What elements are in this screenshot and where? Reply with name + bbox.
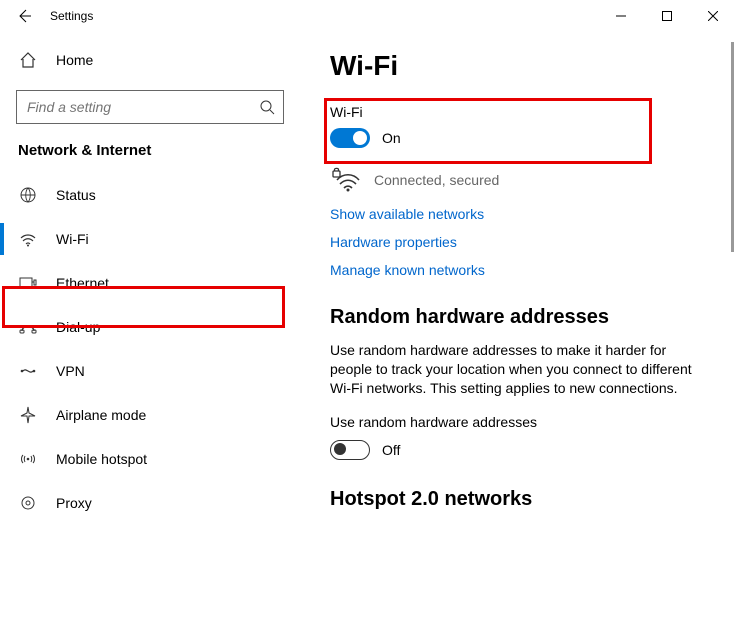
wifi-toggle-state: On [382,130,401,146]
window-controls [598,0,736,32]
home-label: Home [56,52,93,68]
search-input[interactable] [25,98,259,116]
sidebar: Home Network & Internet Status [0,32,300,631]
random-desc: Use random hardware addresses to make it… [330,341,706,398]
sidebar-item-label: VPN [56,363,85,379]
sidebar-item-label: Mobile hotspot [56,451,147,467]
settings-window: Settings Home [0,0,736,631]
hotspot-icon [18,449,38,469]
search-box[interactable] [16,90,284,124]
link-manage-known[interactable]: Manage known networks [330,262,706,278]
sidebar-item-label: Wi-Fi [56,231,89,247]
vpn-icon [18,361,38,381]
sidebar-item-label: Airplane mode [56,407,146,423]
dialup-icon [18,317,38,337]
back-button[interactable] [8,0,40,32]
wifi-icon [18,229,38,249]
sidebar-item-ethernet[interactable]: Ethernet [0,261,300,305]
sidebar-item-proxy[interactable]: Proxy [0,481,300,525]
close-button[interactable] [690,0,736,32]
sidebar-item-status[interactable]: Status [0,173,300,217]
search-icon [259,99,275,115]
status-icon [18,185,38,205]
home-icon [18,50,38,70]
random-toggle-state: Off [382,442,400,458]
sidebar-item-wifi[interactable]: Wi-Fi [0,217,300,261]
titlebar: Settings [0,0,736,32]
sidebar-section-heading: Network & Internet [0,142,300,173]
ethernet-icon [18,273,38,293]
sidebar-item-label: Status [56,187,96,203]
maximize-button[interactable] [644,0,690,32]
wifi-status: Connected, secured [330,166,706,194]
wifi-toggle[interactable] [330,128,370,148]
link-hardware-props[interactable]: Hardware properties [330,234,706,250]
hotspot-heading: Hotspot 2.0 networks [330,488,706,511]
proxy-icon [18,493,38,513]
wifi-secured-icon [330,166,362,194]
scrollbar[interactable] [731,42,734,252]
sidebar-item-label: Proxy [56,495,92,511]
sidebar-item-vpn[interactable]: VPN [0,349,300,393]
sidebar-item-airplane[interactable]: Airplane mode [0,393,300,437]
link-show-networks[interactable]: Show available networks [330,206,706,222]
sidebar-item-label: Dial-up [56,319,100,335]
page-title: Wi-Fi [330,50,706,82]
window-title: Settings [50,9,93,23]
wifi-toggle-label: Wi-Fi [330,104,706,120]
minimize-button[interactable] [598,0,644,32]
content-area: Wi-Fi Wi-Fi On [300,32,736,631]
sidebar-item-hotspot[interactable]: Mobile hotspot [0,437,300,481]
home-button[interactable]: Home [0,40,300,80]
sidebar-item-label: Ethernet [56,275,109,291]
sidebar-item-dialup[interactable]: Dial-up [0,305,300,349]
random-toggle-label: Use random hardware addresses [330,414,706,430]
airplane-icon [18,405,38,425]
wifi-status-text: Connected, secured [374,172,499,188]
random-toggle[interactable] [330,440,370,460]
random-heading: Random hardware addresses [330,306,706,329]
